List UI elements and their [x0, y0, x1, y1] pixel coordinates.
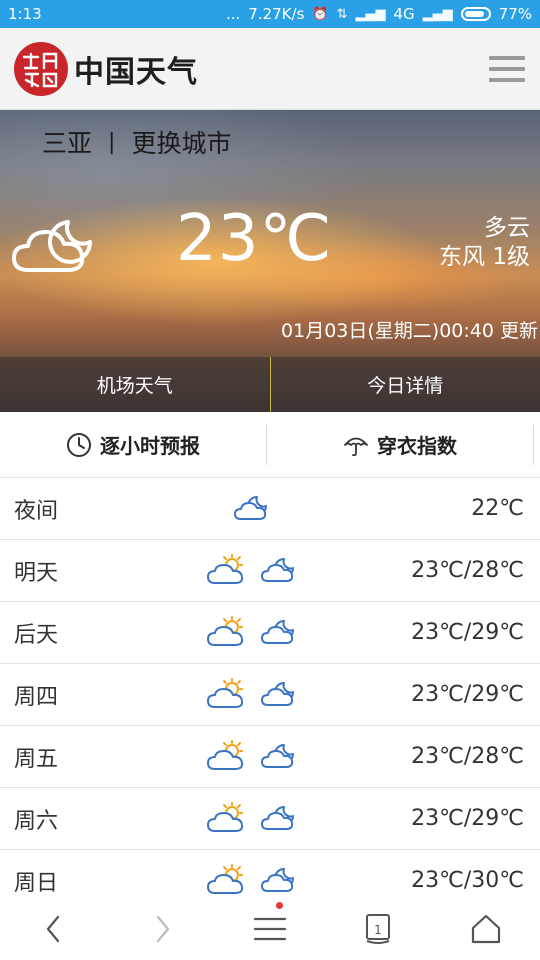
forecast-day: 周四 [14, 684, 59, 710]
status-right: ... 7.27K/s ⏰ ⇅ ▂▄▆ 4G ▂▄▆ 77% [226, 5, 532, 23]
tab-airport-weather[interactable]: 机场天气 [0, 357, 270, 412]
city-name: 三亚 [42, 129, 93, 158]
update-time: 01月03日(星期二)00:40 更新 [281, 320, 538, 342]
forecast-tabs: 逐小时预报 穿衣指数 [0, 412, 540, 478]
forecast-icons [206, 788, 298, 850]
wind-info: 东风 1级 [439, 244, 530, 270]
status-speed: 7.27K/s [248, 5, 305, 23]
status-network: 4G [393, 5, 415, 23]
status-bar: 1:13 ... 7.27K/s ⏰ ⇅ ▂▄▆ 4G ▂▄▆ 77% [0, 0, 540, 28]
status-dots: ... [225, 5, 241, 23]
forecast-temp: 23℃/29℃ [411, 682, 524, 707]
clock-icon [67, 432, 91, 457]
forecast-temp: 23℃/29℃ [411, 806, 524, 831]
bottom-nav-bar: 1 [0, 898, 540, 960]
partly-cloudy-day-icon [206, 739, 248, 775]
china-weather-seal-logo[interactable] [14, 41, 68, 96]
current-temperature: 23℃ [176, 202, 333, 276]
forecast-list: 夜间 22℃ 明天 23℃/28℃ 后天 23℃/29℃ 周四 23℃/29℃ 周五 23℃/28… [0, 478, 540, 912]
tab-hourly-forecast[interactable]: 逐小时预报 [0, 430, 266, 459]
forecast-row[interactable]: 夜间 22℃ [0, 478, 540, 540]
partly-cloudy-day-icon [206, 801, 248, 837]
tab-clothing-index[interactable]: 穿衣指数 [267, 430, 533, 459]
forecast-tab-end-divider [533, 424, 534, 465]
weather-condition: 多云 [484, 215, 530, 241]
forecast-icons [206, 602, 298, 664]
partly-cloudy-day-icon [206, 615, 248, 651]
hero-tabs: 机场天气 今日详情 [0, 357, 540, 412]
forecast-temp: 23℃/29℃ [411, 620, 524, 645]
menu-button[interactable] [216, 898, 324, 960]
notification-dot [276, 902, 283, 909]
tabs-button[interactable]: 1 [324, 898, 432, 960]
cloudy-night-icon [12, 220, 92, 272]
forecast-row[interactable]: 周六 23℃/29℃ [0, 788, 540, 850]
partly-cloudy-day-icon [206, 677, 248, 713]
back-icon [46, 915, 60, 943]
forecast-icons [206, 540, 298, 602]
cloudy-night-icon [260, 679, 298, 711]
brand-title: 中国天气 [74, 54, 198, 90]
forecast-temp: 23℃/28℃ [411, 744, 524, 769]
forecast-day: 周日 [14, 870, 59, 896]
city-row: 三亚 | 更换城市 [42, 124, 231, 160]
tab-today-details[interactable]: 今日详情 [271, 357, 540, 412]
forecast-icons [206, 664, 298, 726]
forecast-row[interactable]: 明天 23℃/28℃ [0, 540, 540, 602]
back-button[interactable] [0, 898, 108, 960]
cloudy-night-icon [260, 617, 298, 649]
forecast-day: 周五 [14, 746, 59, 772]
forecast-day: 明天 [14, 560, 59, 586]
forward-icon [156, 915, 170, 943]
hamburger-menu-icon[interactable] [488, 53, 526, 85]
cloudy-night-icon [260, 803, 298, 835]
hourly-forecast-label: 逐小时预报 [100, 434, 200, 458]
current-weather-hero: 三亚 | 更换城市 23℃ 多云 东风 1级 01月03日(星期二)00:40 … [0, 110, 540, 412]
status-time: 1:13 [8, 5, 42, 23]
forecast-day: 周六 [14, 808, 59, 834]
alarm-icon: ⏰ [312, 6, 329, 22]
condition-block: 多云 东风 1级 [439, 214, 530, 272]
forecast-row[interactable]: 后天 23℃/29℃ [0, 602, 540, 664]
app-header: 中国天气 [0, 28, 540, 110]
home-icon [471, 914, 501, 944]
forecast-icons [233, 478, 271, 540]
menu-icon [253, 917, 287, 941]
cloudy-night-icon [260, 555, 298, 587]
forecast-day: 后天 [14, 622, 59, 648]
signal-icon-2: ▂▄▆ [422, 6, 453, 22]
forward-button[interactable] [108, 898, 216, 960]
cloudy-night-icon [260, 865, 298, 897]
cloudy-night-icon [233, 493, 271, 525]
forecast-temp: 23℃/30℃ [411, 868, 524, 893]
data-transfer-icon: ⇅ [336, 6, 348, 22]
cloudy-night-icon [260, 741, 298, 773]
umbrella-icon [344, 437, 368, 456]
forecast-icons [206, 726, 298, 788]
signal-icon: ▂▄▆ [355, 6, 386, 22]
change-city-link[interactable]: 更换城市 [131, 124, 231, 160]
battery-icon [460, 7, 491, 21]
partly-cloudy-day-icon [206, 553, 248, 589]
status-battery: 77% [498, 5, 532, 23]
forecast-row[interactable]: 周五 23℃/28℃ [0, 726, 540, 788]
clothing-index-label: 穿衣指数 [377, 434, 457, 458]
forecast-temp: 23℃/28℃ [411, 558, 524, 583]
forecast-day: 夜间 [14, 498, 59, 524]
tab-count: 1 [374, 923, 382, 937]
home-button[interactable] [432, 898, 540, 960]
forecast-row[interactable]: 周四 23℃/29℃ [0, 664, 540, 726]
city-divider: | [108, 129, 116, 155]
partly-cloudy-day-icon [206, 863, 248, 899]
forecast-temp: 22℃ [471, 496, 524, 521]
